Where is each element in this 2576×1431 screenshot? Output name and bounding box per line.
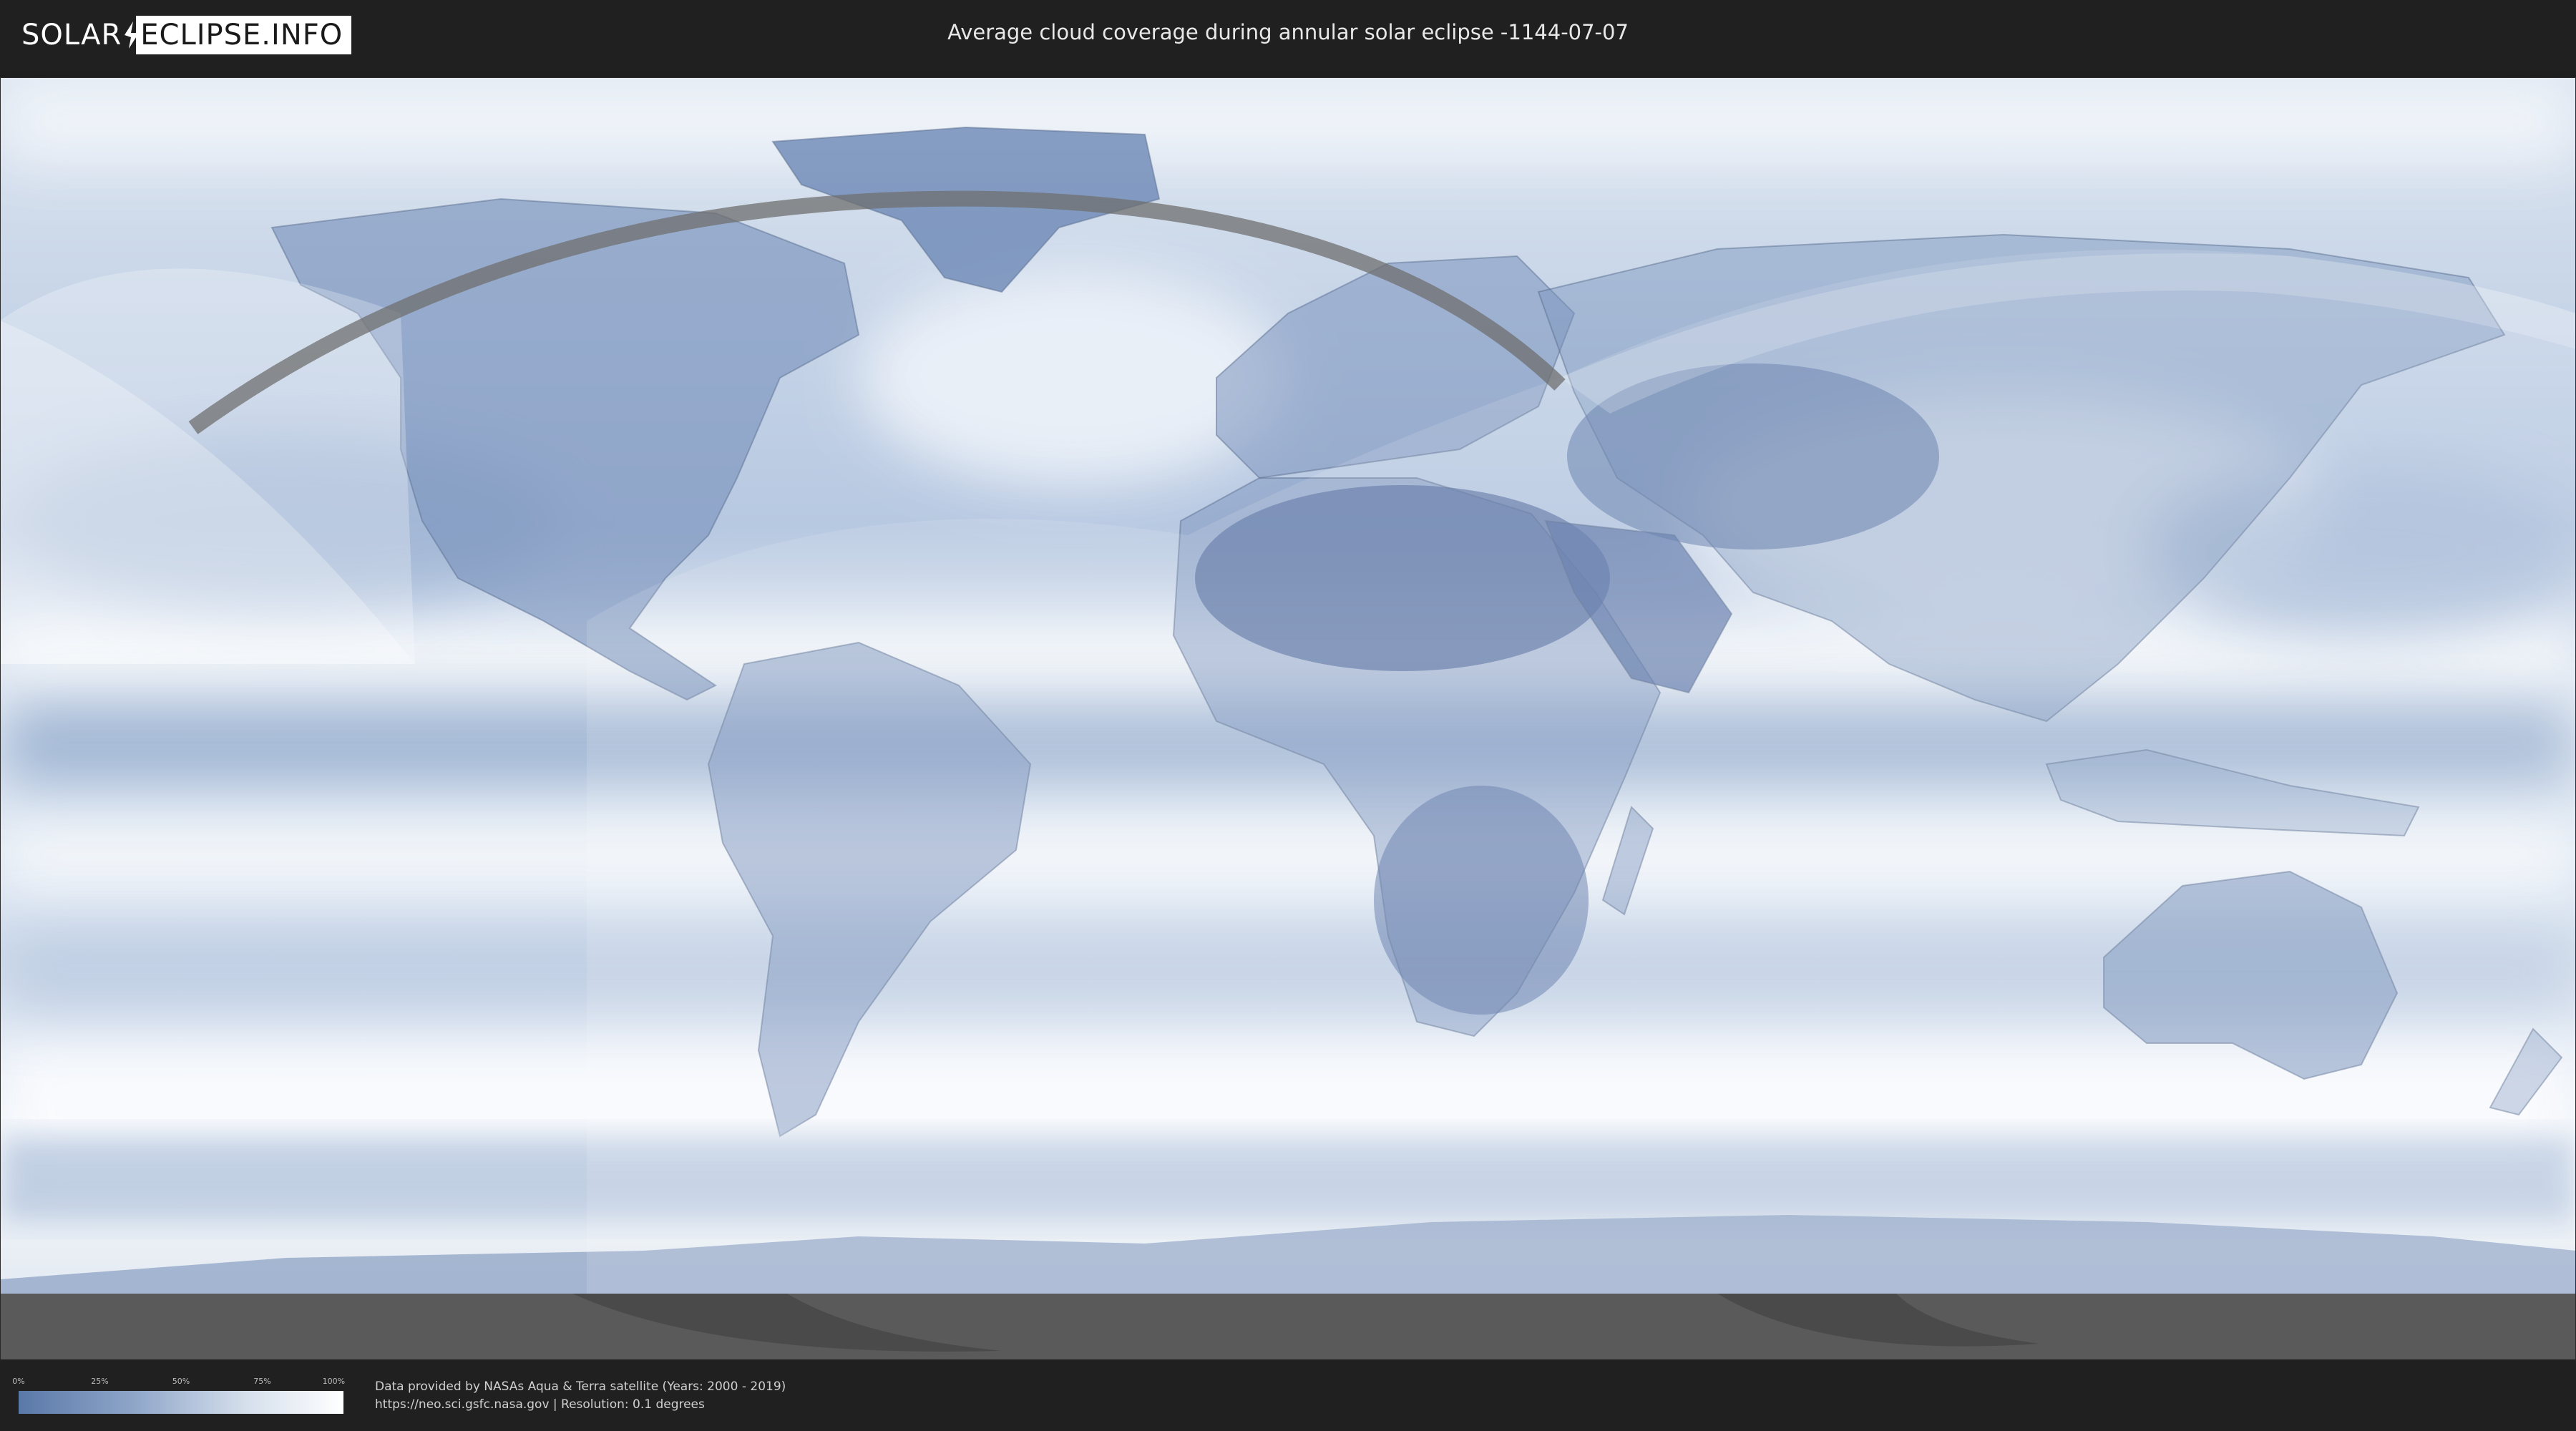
data-credits: Data provided by NASAs Aqua & Terra sate…: [375, 1378, 786, 1414]
world-map-svg: [0, 77, 2576, 1360]
legend-tick-25: 25%: [91, 1377, 109, 1386]
cloud-coverage-color-scale: [19, 1391, 343, 1414]
cloud-coverage-map[interactable]: [0, 77, 2576, 1360]
credits-line-url[interactable]: https://neo.sci.gsfc.nasa.gov | Resoluti…: [375, 1396, 786, 1414]
legend-tick-100: 100%: [322, 1377, 346, 1386]
legend-tick-75: 75%: [253, 1377, 271, 1386]
header-bar: SOLAR ECLIPSE.INFO Average cloud coverag…: [0, 0, 2576, 70]
legend-tick-labels: 0% 25% 50% 75% 100%: [12, 1377, 346, 1387]
credits-line-source: Data provided by NASAs Aqua & Terra sate…: [375, 1379, 786, 1394]
antarctic-no-data-shadow: [0, 1294, 2576, 1360]
legend-tick-50: 50%: [172, 1377, 190, 1386]
legend-tick-0: 0%: [12, 1377, 25, 1386]
page-title: Average cloud coverage during annular so…: [947, 20, 1629, 44]
